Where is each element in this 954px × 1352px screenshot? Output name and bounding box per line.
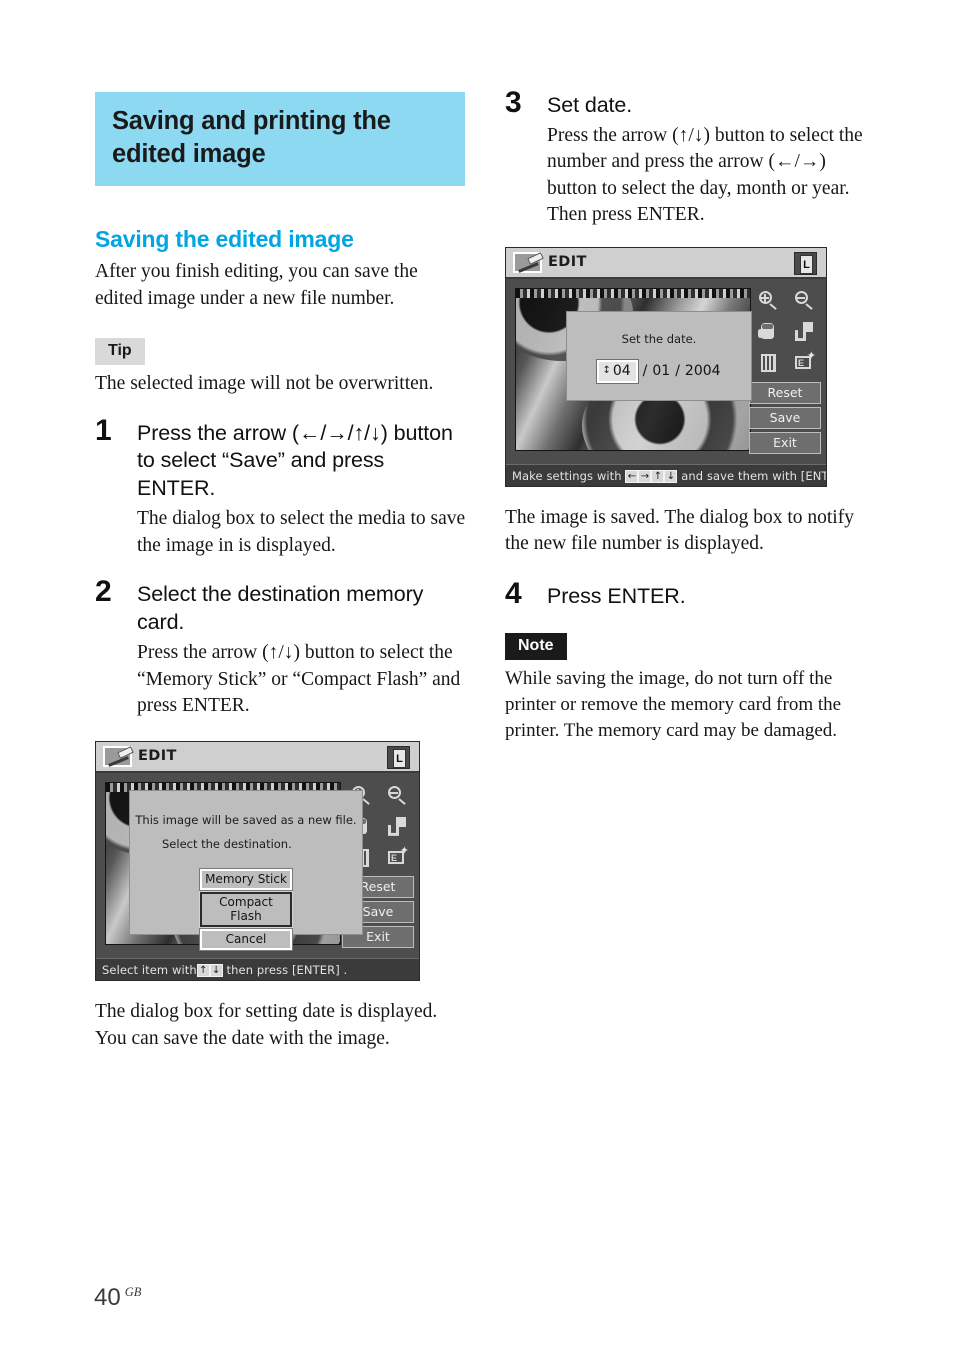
page-region-code: GB — [124, 1285, 142, 1299]
date-field-group: ↕ 04 / 01 / 2004 — [567, 359, 751, 383]
page-number: 40 — [94, 1284, 121, 1311]
step-4-title: Press ENTER. — [547, 584, 686, 609]
lcd-screenshot-destination: EDIT L E ✦ Reset Save Exit This image wi… — [95, 741, 420, 982]
exit-button[interactable]: Exit — [749, 431, 821, 454]
reset-button[interactable]: Reset — [749, 381, 821, 404]
zoom-out-icon[interactable] — [793, 290, 815, 312]
step-1-number: 1 — [95, 413, 112, 447]
paper-size-label: L — [393, 749, 406, 769]
step-1-body: The dialog box to select the media to sa… — [137, 508, 466, 556]
destination-dialog-line1: This image will be saved as a new file. — [135, 813, 357, 828]
crop-icon[interactable] — [386, 816, 408, 838]
step-1-title: Press the arrow (←/→/↑/↓) button to sele… — [137, 420, 453, 501]
step-2: 2 Select the destination memory card. Pr… — [95, 577, 467, 719]
edit-pencil-icon — [513, 251, 542, 273]
effect-icon[interactable]: E ✦ — [793, 350, 816, 374]
key-down-icon: ↓ — [209, 964, 223, 978]
key-right-icon: → — [638, 469, 652, 483]
note-badge-wrap: Note — [505, 633, 880, 661]
section-intro-text: After you finish editing, you can save t… — [95, 261, 418, 309]
manual-page: Saving and printing the edited image Sav… — [0, 0, 954, 1352]
status-prefix: Make settings with — [512, 468, 622, 483]
date-separator-1: / — [642, 363, 648, 380]
cancel-button[interactable]: Cancel — [200, 929, 292, 951]
lcd-side-buttons: Reset Save Exit — [749, 379, 821, 454]
compact-flash-button[interactable]: Compact Flash — [200, 892, 292, 928]
hand-pan-icon[interactable] — [757, 321, 779, 343]
lcd-screenshot-setdate: EDIT L E ✦ Reset Save Exit Set the date.… — [505, 246, 827, 487]
date-separator-2: / — [675, 363, 680, 380]
key-up-icon: ↑ — [196, 964, 210, 978]
step-4-number: 4 — [505, 577, 522, 611]
adjust-sliders-icon[interactable] — [757, 352, 779, 374]
step-3: 3 Set date. Press the arrow (↑/↓) button… — [505, 88, 880, 229]
set-date-prompt: Set the date. — [621, 331, 697, 346]
zoom-out-icon[interactable] — [386, 785, 408, 807]
photo-top-strip — [516, 288, 750, 298]
after-step2-caption: The dialog box for setting date is displ… — [95, 1001, 438, 1049]
lcd-status-bar: Select item with ↑ ↓ then press [ENTER] . — [96, 958, 419, 981]
page-folio: 40 GB — [94, 1284, 141, 1312]
step-1: 1 Press the arrow (←/→/↑/↓) button to se… — [95, 415, 467, 560]
note-text: While saving the image, do not turn off … — [505, 668, 842, 741]
left-column: Saving and printing the edited image Sav… — [95, 92, 467, 1052]
status-suffix: and save them with [ENTER] . — [681, 468, 826, 483]
zoom-in-icon[interactable] — [757, 290, 779, 312]
status-prefix: Select item with — [102, 963, 197, 978]
step-3-body: Press the arrow (↑/↓) button to select t… — [547, 124, 863, 226]
date-year-value[interactable]: 2004 — [685, 363, 721, 379]
lcd-status-bar: Make settings with ← → ↑ ↓ and save them wi… — [506, 463, 826, 486]
tip-badge: Tip — [95, 338, 145, 366]
key-up-icon: ↑ — [651, 469, 665, 483]
lcd-header-title: EDIT — [138, 748, 177, 765]
paper-size-book-icon: L — [794, 251, 817, 275]
right-column: 3 Set date. Press the arrow (↑/↓) button… — [505, 88, 880, 744]
step-2-body: Press the arrow (↑/↓) button to select t… — [137, 642, 461, 716]
save-button[interactable]: Save — [749, 406, 821, 429]
date-day-value: 04 — [612, 362, 631, 379]
date-month-value[interactable]: 01 — [652, 363, 670, 379]
destination-dialog-buttons: Memory Stick Compact Flash Cancel — [130, 869, 362, 951]
paper-size-book-icon: L — [387, 746, 410, 770]
step-3-number: 3 — [505, 86, 522, 119]
spinner-up-down-icon: ↕ — [602, 364, 611, 376]
tip-badge-wrap: Tip — [95, 338, 467, 366]
effect-icon[interactable]: E ✦ — [386, 845, 409, 869]
after-step3-caption: The image is saved. The dialog box to no… — [505, 506, 854, 555]
crop-icon[interactable] — [793, 321, 815, 343]
status-suffix: then press [ENTER] . — [226, 963, 348, 978]
key-down-icon: ↓ — [664, 469, 678, 483]
step-3-title: Set date. — [547, 93, 633, 117]
key-left-icon: ← — [625, 469, 639, 483]
step-4: 4 Press ENTER. — [505, 579, 880, 611]
memory-stick-button[interactable]: Memory Stick — [200, 869, 292, 891]
chapter-heading: Saving and printing the edited image — [95, 92, 465, 187]
paper-size-label: L — [800, 254, 813, 274]
edit-pencil-icon — [103, 746, 132, 768]
lcd-header: EDIT L — [506, 247, 826, 279]
lcd-header-title: EDIT — [548, 253, 587, 270]
destination-dialog-line2: Select the destination. — [162, 837, 292, 852]
section-heading: Saving the edited image — [95, 226, 354, 253]
step-2-title: Select the destination memory card. — [137, 582, 424, 635]
destination-dialog: This image will be saved as a new file. … — [129, 790, 363, 951]
tip-text: The selected image will not be overwritt… — [95, 373, 434, 395]
step-2-number: 2 — [95, 575, 112, 609]
date-day-stepper[interactable]: ↕ 04 — [597, 359, 638, 383]
note-badge: Note — [505, 633, 567, 661]
set-date-dialog: Set the date. ↕ 04 / 01 / 2004 — [566, 310, 752, 401]
lcd-header: EDIT L — [96, 742, 419, 774]
